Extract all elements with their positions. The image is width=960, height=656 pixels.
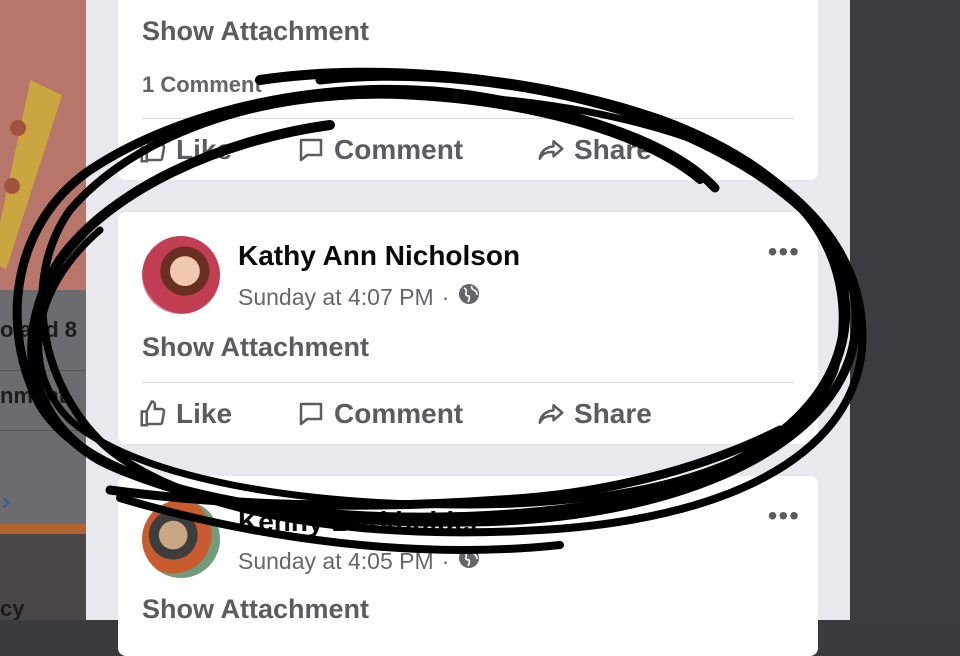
- share-button[interactable]: Share: [536, 394, 652, 434]
- post-time[interactable]: Sunday at 4:07 PM: [238, 284, 434, 311]
- left-text-fragment: cy: [0, 596, 25, 620]
- globe-icon: [457, 282, 481, 312]
- comment-label: Comment: [334, 134, 464, 165]
- globe-icon: [457, 546, 481, 576]
- post-actions: Like Comment Share: [138, 130, 798, 170]
- comment-label: Comment: [334, 398, 464, 429]
- post-author-name[interactable]: Kenny Burkholder: [238, 506, 481, 538]
- share-button[interactable]: Share: [536, 130, 652, 170]
- right-background-panel: [850, 0, 960, 620]
- left-divider: [0, 430, 86, 431]
- show-attachment-link[interactable]: Show Attachment: [142, 332, 369, 363]
- post-timestamp: Sunday at 4:05 PM ·: [238, 546, 481, 576]
- avatar[interactable]: [142, 500, 220, 578]
- like-label: Like: [176, 398, 233, 429]
- like-button[interactable]: Like: [138, 394, 232, 434]
- divider: [142, 382, 794, 383]
- post-actions: Like Comment Share: [138, 394, 798, 434]
- like-button[interactable]: Like: [138, 130, 232, 170]
- like-label: Like: [176, 134, 233, 165]
- separator-dot: ·: [441, 283, 450, 310]
- post-card: Kathy Ann Nicholson Sunday at 4:07 PM · …: [118, 212, 818, 444]
- pepperoni-dot: [10, 120, 26, 136]
- left-divider: [0, 370, 86, 371]
- share-label: Share: [574, 134, 652, 165]
- share-arrow-icon: [536, 399, 566, 429]
- left-accent-bar: [0, 524, 86, 534]
- share-arrow-icon: [536, 135, 566, 165]
- news-feed: Show Attachment 1 Comment Like Comment S: [86, 0, 850, 656]
- more-options-button[interactable]: •••: [768, 238, 800, 266]
- left-background-panel: o and 8 nment › cy: [0, 0, 86, 620]
- chevron-right-icon[interactable]: ›: [2, 488, 10, 516]
- more-options-button[interactable]: •••: [768, 502, 800, 530]
- left-text-fragment: nment: [0, 383, 66, 408]
- show-attachment-link[interactable]: Show Attachment: [142, 594, 369, 625]
- post-card: Show Attachment 1 Comment Like Comment S: [118, 0, 818, 180]
- pepperoni-dot: [4, 178, 20, 194]
- post-author-name[interactable]: Kathy Ann Nicholson: [238, 240, 520, 272]
- share-label: Share: [574, 398, 652, 429]
- speech-bubble-icon: [296, 135, 326, 165]
- avatar[interactable]: [142, 236, 220, 314]
- show-attachment-link[interactable]: Show Attachment: [142, 16, 369, 47]
- speech-bubble-icon: [296, 399, 326, 429]
- divider: [142, 118, 794, 119]
- comment-button[interactable]: Comment: [296, 130, 463, 170]
- post-time[interactable]: Sunday at 4:05 PM: [238, 548, 434, 575]
- left-text-fragment: o and 8: [0, 317, 78, 342]
- comment-button[interactable]: Comment: [296, 394, 463, 434]
- post-card: Kenny Burkholder Sunday at 4:05 PM · •••…: [118, 476, 818, 656]
- post-timestamp: Sunday at 4:07 PM ·: [238, 282, 481, 312]
- thumbs-up-icon: [138, 135, 168, 165]
- comment-count[interactable]: 1 Comment: [142, 72, 262, 98]
- thumbs-up-icon: [138, 399, 168, 429]
- separator-dot: ·: [441, 547, 450, 574]
